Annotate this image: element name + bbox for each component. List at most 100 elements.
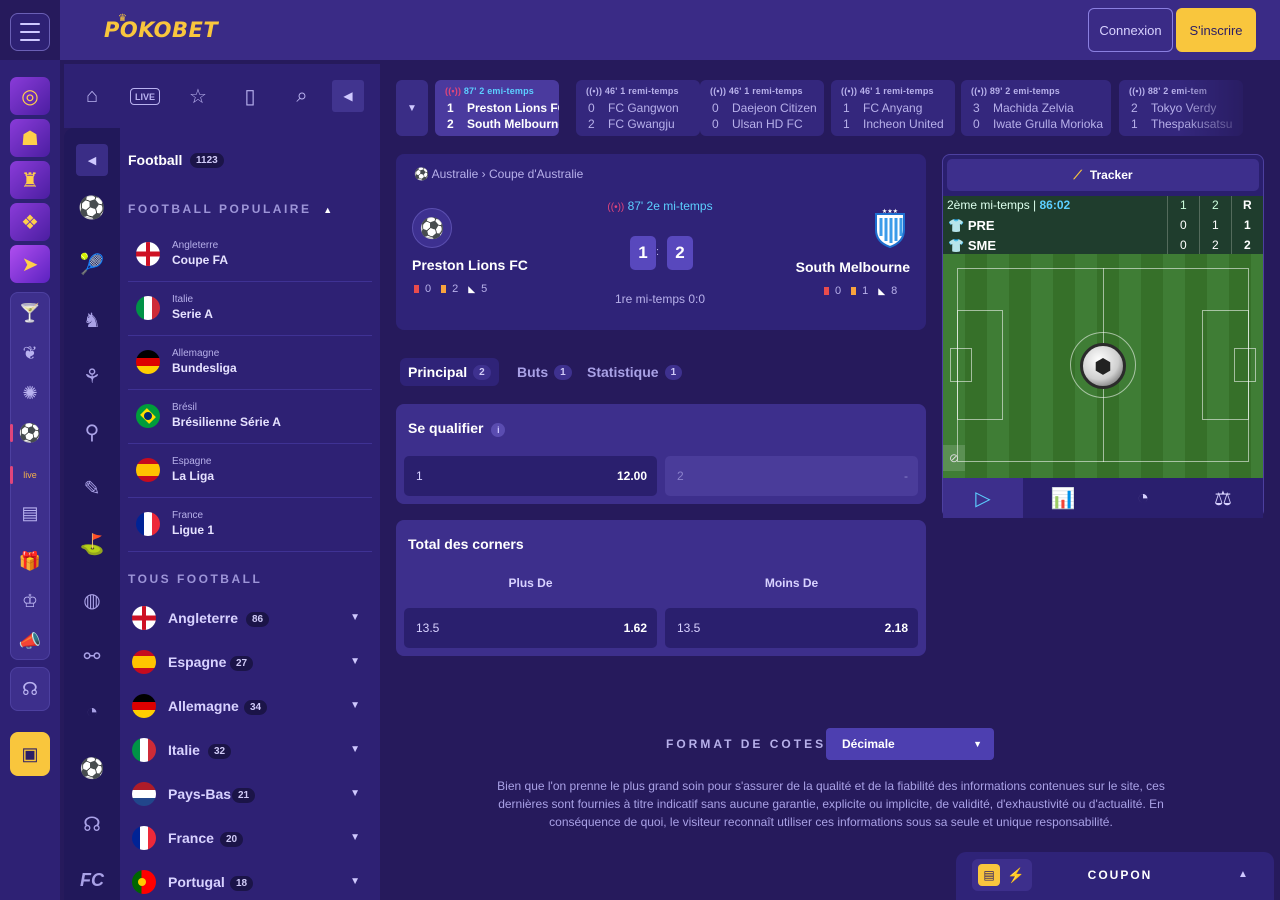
crown-icon[interactable]: ♔: [10, 583, 50, 619]
chevron-down-icon[interactable]: ▼: [350, 876, 360, 887]
game-shortcut-icon[interactable]: ❖: [10, 203, 50, 241]
chevron-down-icon[interactable]: ▼: [350, 656, 360, 667]
results-icon[interactable]: ▯: [236, 84, 264, 108]
football-icon[interactable]: ⚽: [78, 194, 106, 222]
tab-principal[interactable]: Principal 2: [400, 358, 499, 386]
away-row: 2 South Melbourne: [447, 117, 559, 131]
chevron-down-icon[interactable]: ▼: [350, 832, 360, 843]
game-shortcut-icon[interactable]: ♜: [10, 161, 50, 199]
stats-chart-icon[interactable]: 📊: [1023, 478, 1103, 518]
play-icon[interactable]: ▷: [943, 478, 1023, 518]
lineup-balance-icon[interactable]: ⚖: [1183, 478, 1263, 518]
breadcrumb[interactable]: ⚽ Australie › Coupe d'Australie: [414, 167, 583, 181]
odd-button[interactable]: 13.5 2.18: [665, 608, 918, 648]
live-tv-icon[interactable]: live: [10, 457, 50, 493]
info-icon[interactable]: i: [491, 423, 506, 437]
chevron-down-icon[interactable]: ▼: [350, 612, 360, 623]
tab-goals[interactable]: Buts 1: [509, 358, 580, 386]
country-name: Angleterre: [168, 610, 239, 626]
popular-league-item[interactable]: Espagne La Liga: [128, 444, 372, 498]
home-team-logo-icon: ⚽: [412, 208, 452, 248]
popular-heading[interactable]: FOOTBALL POPULAIRE ▲: [128, 202, 335, 216]
tracker-button[interactable]: ⟋ Tracker: [947, 159, 1259, 191]
corner-flag-icon: ◣: [878, 286, 886, 296]
greyhound-icon[interactable]: ⚘: [78, 362, 106, 390]
league-country: Italie: [172, 294, 194, 305]
tab-statistics[interactable]: Statistique 1: [579, 358, 690, 386]
ticket-icon[interactable]: ▤: [978, 864, 1000, 886]
live-match-card[interactable]: ((•)) 46' 1 remi-temps 1 FC Anyang 1 Inche…: [831, 80, 955, 136]
hamburger-menu-icon[interactable]: [10, 13, 50, 51]
game-shortcut-icon[interactable]: ➤: [10, 245, 50, 283]
live-match-card[interactable]: ((•)) 89' 2 emi-temps 3 Machida Zelvia 0I…: [961, 80, 1111, 136]
signup-button[interactable]: S'inscrire: [1176, 8, 1256, 52]
live-match-card[interactable]: ((•)) 87' 2 emi-temps 1 Preston Lions FC …: [435, 80, 559, 136]
live-match-card[interactable]: ((•)) 46' 1 remi-temps 0 Daejeon Citizen …: [700, 80, 824, 136]
wallet-icon[interactable]: ▣: [10, 732, 50, 776]
esports-icon[interactable]: ☊: [78, 810, 106, 838]
country-item[interactable]: Pays-Bas 21 ▼: [128, 772, 372, 816]
table-tennis-icon[interactable]: ⚲: [78, 418, 106, 446]
goal-right: [1234, 348, 1256, 382]
spain-flag-icon: [132, 650, 156, 674]
country-item[interactable]: Espagne 27 ▼: [128, 640, 372, 684]
megaphone-icon[interactable]: 📣: [10, 623, 50, 659]
odd-button[interactable]: 1 12.00: [404, 456, 657, 496]
cherries-icon[interactable]: ❦: [10, 335, 50, 371]
country-item[interactable]: Italie 32 ▼: [128, 728, 372, 772]
football-icon[interactable]: ⚽: [10, 415, 50, 451]
popular-league-item[interactable]: Italie Serie A: [128, 282, 372, 336]
live-match-card[interactable]: ((•)) 46' 1 remi-temps 0 FC Gangwon 2 FC G…: [576, 80, 700, 136]
login-button[interactable]: Connexion: [1088, 8, 1173, 52]
volleyball-icon[interactable]: ◔: [78, 698, 106, 726]
home-score: 1: [630, 236, 656, 270]
tennis-icon[interactable]: 🎾: [78, 250, 106, 278]
chevron-down-icon[interactable]: ▼: [350, 744, 360, 755]
basketball-icon[interactable]: ◍: [78, 586, 106, 614]
home-icon[interactable]: ⌂: [78, 84, 106, 108]
country-item[interactable]: France 20 ▼: [128, 816, 372, 860]
virtual-football-icon[interactable]: ⚽: [78, 754, 106, 782]
badminton-icon[interactable]: ✎: [78, 474, 106, 502]
ea-fc-icon[interactable]: FC: [78, 866, 106, 894]
country-item[interactable]: Allemagne 34 ▼: [128, 684, 372, 728]
odds-format-select[interactable]: Décimale ▼: [826, 728, 994, 760]
country-item[interactable]: Portugal 18 ▼: [128, 860, 372, 900]
strip-toggle-chevron-down-icon[interactable]: ▼: [396, 80, 428, 136]
collapse-sidebar-icon[interactable]: ◀: [332, 80, 364, 112]
back-arrow-icon[interactable]: ◀: [76, 144, 108, 176]
head-to-head-icon[interactable]: ◔: [1103, 478, 1183, 518]
popular-league-item[interactable]: Angleterre Coupe FA: [128, 228, 372, 282]
live-icon[interactable]: LIVE: [130, 88, 160, 105]
betslip-icon[interactable]: ▤: [10, 495, 50, 531]
gift-icon[interactable]: 🎁: [10, 543, 50, 579]
chevron-down-icon[interactable]: ▼: [350, 788, 360, 799]
horse-racing-icon[interactable]: ♞: [78, 306, 106, 334]
mute-icon[interactable]: ⊘: [943, 445, 965, 471]
country-item[interactable]: Angleterre 86 ▼: [128, 596, 372, 640]
home-card-stats: 0 2 ◣ 5: [414, 283, 487, 295]
star-icon[interactable]: ☆: [184, 84, 212, 108]
hockey-icon[interactable]: ⚯: [78, 642, 106, 670]
lightning-icon[interactable]: ⚡: [1005, 864, 1027, 886]
popular-league-item[interactable]: France Ligue 1: [128, 498, 372, 552]
count-badge: 20: [220, 832, 244, 847]
cocktail-icon[interactable]: 🍸: [10, 295, 50, 331]
search-icon[interactable]: ⌕: [288, 84, 316, 108]
chevron-up-icon[interactable]: ▲: [1238, 869, 1248, 880]
support-agent-icon[interactable]: ☊: [10, 671, 50, 707]
away-card-stats: 0 1 ◣ 8: [824, 285, 897, 297]
country-name: France: [168, 830, 214, 846]
roulette-icon[interactable]: ✺: [10, 375, 50, 411]
site-logo[interactable]: POKOBET: [104, 18, 218, 42]
game-shortcut-icon[interactable]: ☗: [10, 119, 50, 157]
golf-icon[interactable]: ⛳: [78, 530, 106, 558]
league-name: Coupe FA: [172, 253, 228, 267]
chevron-down-icon[interactable]: ▼: [350, 700, 360, 711]
odd-button[interactable]: 13.5 1.62: [404, 608, 657, 648]
game-shortcut-icon[interactable]: ◎: [10, 77, 50, 115]
league-country: Brésil: [172, 402, 198, 413]
popular-league-item[interactable]: Allemagne Bundesliga: [128, 336, 372, 390]
league-country: France: [172, 510, 204, 521]
popular-league-item[interactable]: Brésil Brésilienne Série A: [128, 390, 372, 444]
